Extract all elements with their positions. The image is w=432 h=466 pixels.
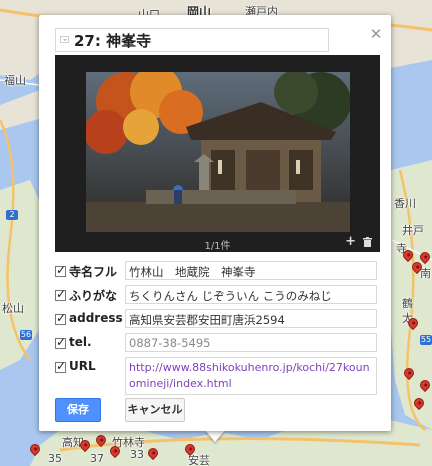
furigana-input[interactable]: ちくりんさん じぞういん こうのみねじ <box>125 285 377 304</box>
address-input[interactable]: 高知県安芸郡安田町唐浜2594 <box>125 309 377 328</box>
road-shield: 56 <box>20 330 32 340</box>
marker-style-dropdown-icon[interactable] <box>60 36 69 43</box>
road-shield: 2 <box>6 210 18 220</box>
temple-photo-image <box>86 72 350 232</box>
field-visibility-checkbox[interactable] <box>55 311 66 325</box>
cancel-button[interactable]: キャンセル <box>125 398 185 422</box>
infowindow: ✕ 27: 神峯寺 1/1件 + ✓ 寺名フル 竹林山 地蔵院 神峯寺 ✓ ふり… <box>39 15 391 431</box>
map-label-35: 35 <box>48 452 62 465</box>
close-button[interactable]: ✕ <box>369 25 383 43</box>
url-input[interactable]: http://www.88shikokuhenro.jp/kochi/27kou… <box>125 357 377 395</box>
temple-photo[interactable] <box>86 72 350 232</box>
save-button[interactable]: 保存 <box>55 398 101 422</box>
field-label: tel. <box>69 335 92 349</box>
trash-icon[interactable] <box>363 237 372 247</box>
map-label-ido: 井戸 <box>402 224 424 237</box>
photo-viewer: 1/1件 + <box>55 55 380 252</box>
field-visibility-checkbox[interactable] <box>55 335 66 349</box>
field-label: 寺名フル <box>69 265 118 279</box>
title-field <box>55 28 329 52</box>
photo-counter: 1/1件 <box>204 241 231 252</box>
road-shield: 55 <box>420 335 432 345</box>
map-label-fukuyama: 福山 <box>4 74 26 87</box>
field-label: ふりがな <box>69 289 118 303</box>
field-visibility-checkbox[interactable] <box>55 287 66 301</box>
tel-input[interactable]: 0887-38-5495 <box>125 333 377 352</box>
full-name-input[interactable]: 竹林山 地蔵院 神峯寺 <box>125 261 377 280</box>
field-visibility-checkbox[interactable] <box>55 263 66 277</box>
field-visibility-checkbox[interactable] <box>55 359 66 373</box>
infowindow-tail <box>205 430 225 442</box>
map-label-tsuru: 鶴 <box>402 297 413 310</box>
add-photo-icon[interactable]: + <box>345 235 356 248</box>
field-label: address <box>69 311 123 325</box>
map-label-37: 37 <box>90 452 104 465</box>
map-label-33: 33 <box>130 448 144 461</box>
close-icon[interactable]: ✕ <box>370 25 383 43</box>
title-input[interactable] <box>74 29 324 51</box>
map-label-kagawa: 香川 <box>394 197 416 210</box>
map-label-matsuyama: 松山 <box>2 302 24 315</box>
field-label: URL <box>69 359 96 373</box>
